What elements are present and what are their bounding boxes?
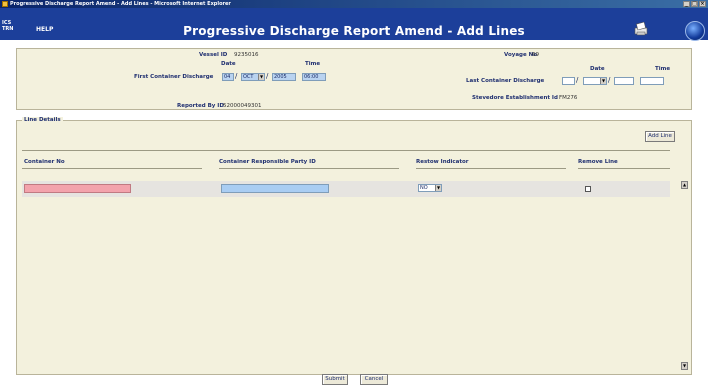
- app-header: ICS TRN HELP Progressive Discharge Repor…: [0, 8, 708, 41]
- close-icon[interactable]: ×: [699, 1, 706, 7]
- party-id-input[interactable]: [221, 184, 329, 193]
- last-day-input[interactable]: [562, 77, 575, 85]
- remove-line-checkbox[interactable]: [585, 186, 591, 192]
- reported-by-value: 52000049301: [223, 103, 262, 109]
- printer-icon[interactable]: [633, 22, 649, 36]
- minimize-icon[interactable]: _: [683, 1, 690, 7]
- date-separator: /: [576, 76, 579, 84]
- window-titlebar: Progressive Discharge Report Amend - Add…: [0, 0, 708, 8]
- column-header-remove: Remove Line: [578, 159, 618, 165]
- window-controls: _ □ ×: [683, 1, 706, 7]
- divider: [22, 168, 202, 169]
- line-details-legend: Line Details: [22, 117, 63, 123]
- last-date-heading: Date: [590, 66, 605, 72]
- globe-icon[interactable]: [685, 21, 705, 41]
- container-no-input[interactable]: [24, 184, 131, 193]
- browser-icon: [2, 1, 8, 7]
- divider: [219, 168, 399, 169]
- first-time-heading: Time: [305, 61, 321, 67]
- column-header-container-no: Container No: [24, 159, 65, 165]
- cancel-button[interactable]: Cancel: [360, 374, 388, 385]
- reported-by-label: Reported By ID: [177, 103, 224, 109]
- add-line-button[interactable]: Add Line: [645, 131, 675, 142]
- first-month-select[interactable]: OCT ▼: [241, 73, 265, 81]
- last-year-input[interactable]: [614, 77, 634, 85]
- last-time-input[interactable]: [640, 77, 664, 85]
- date-separator: /: [266, 72, 269, 80]
- chevron-down-icon: ▼: [258, 74, 264, 80]
- divider: [578, 168, 670, 169]
- first-month-value: OCT: [243, 74, 254, 80]
- vessel-id-value: 9235016: [234, 52, 259, 58]
- date-separator: /: [608, 76, 611, 84]
- chevron-down-icon: ▼: [600, 78, 606, 84]
- last-month-select[interactable]: ▼: [583, 77, 607, 85]
- restow-select[interactable]: NO ▼: [418, 184, 442, 192]
- first-date-heading: Date: [221, 61, 236, 67]
- stevedore-value: FM276: [559, 95, 578, 101]
- chevron-down-icon: ▼: [435, 185, 441, 191]
- stevedore-label: Stevedore Establishment Id: [472, 95, 558, 101]
- last-time-heading: Time: [655, 66, 671, 72]
- submit-button[interactable]: Submit: [322, 374, 348, 385]
- date-separator: /: [235, 72, 238, 80]
- maximize-icon[interactable]: □: [691, 1, 698, 7]
- window-title: Progressive Discharge Report Amend - Add…: [10, 1, 231, 7]
- first-year-input[interactable]: 2005: [272, 73, 296, 81]
- divider: [22, 150, 670, 151]
- first-time-input[interactable]: 06:00: [302, 73, 326, 81]
- divider: [416, 168, 566, 169]
- restow-value: NO: [420, 185, 428, 191]
- last-discharge-label: Last Container Discharge: [466, 78, 545, 84]
- scroll-up-button[interactable]: ▲: [681, 181, 688, 189]
- page-title: Progressive Discharge Report Amend - Add…: [183, 24, 525, 38]
- voyage-no-value: 69: [532, 52, 539, 58]
- column-header-party-id: Container Responsible Party ID: [219, 159, 316, 165]
- first-discharge-label: First Container Discharge: [134, 74, 214, 80]
- vessel-id-label: Vessel ID: [199, 52, 228, 58]
- column-header-restow: Restow Indicator: [416, 159, 469, 165]
- first-day-input[interactable]: 04: [222, 73, 234, 81]
- scroll-down-button[interactable]: ▼: [681, 362, 688, 370]
